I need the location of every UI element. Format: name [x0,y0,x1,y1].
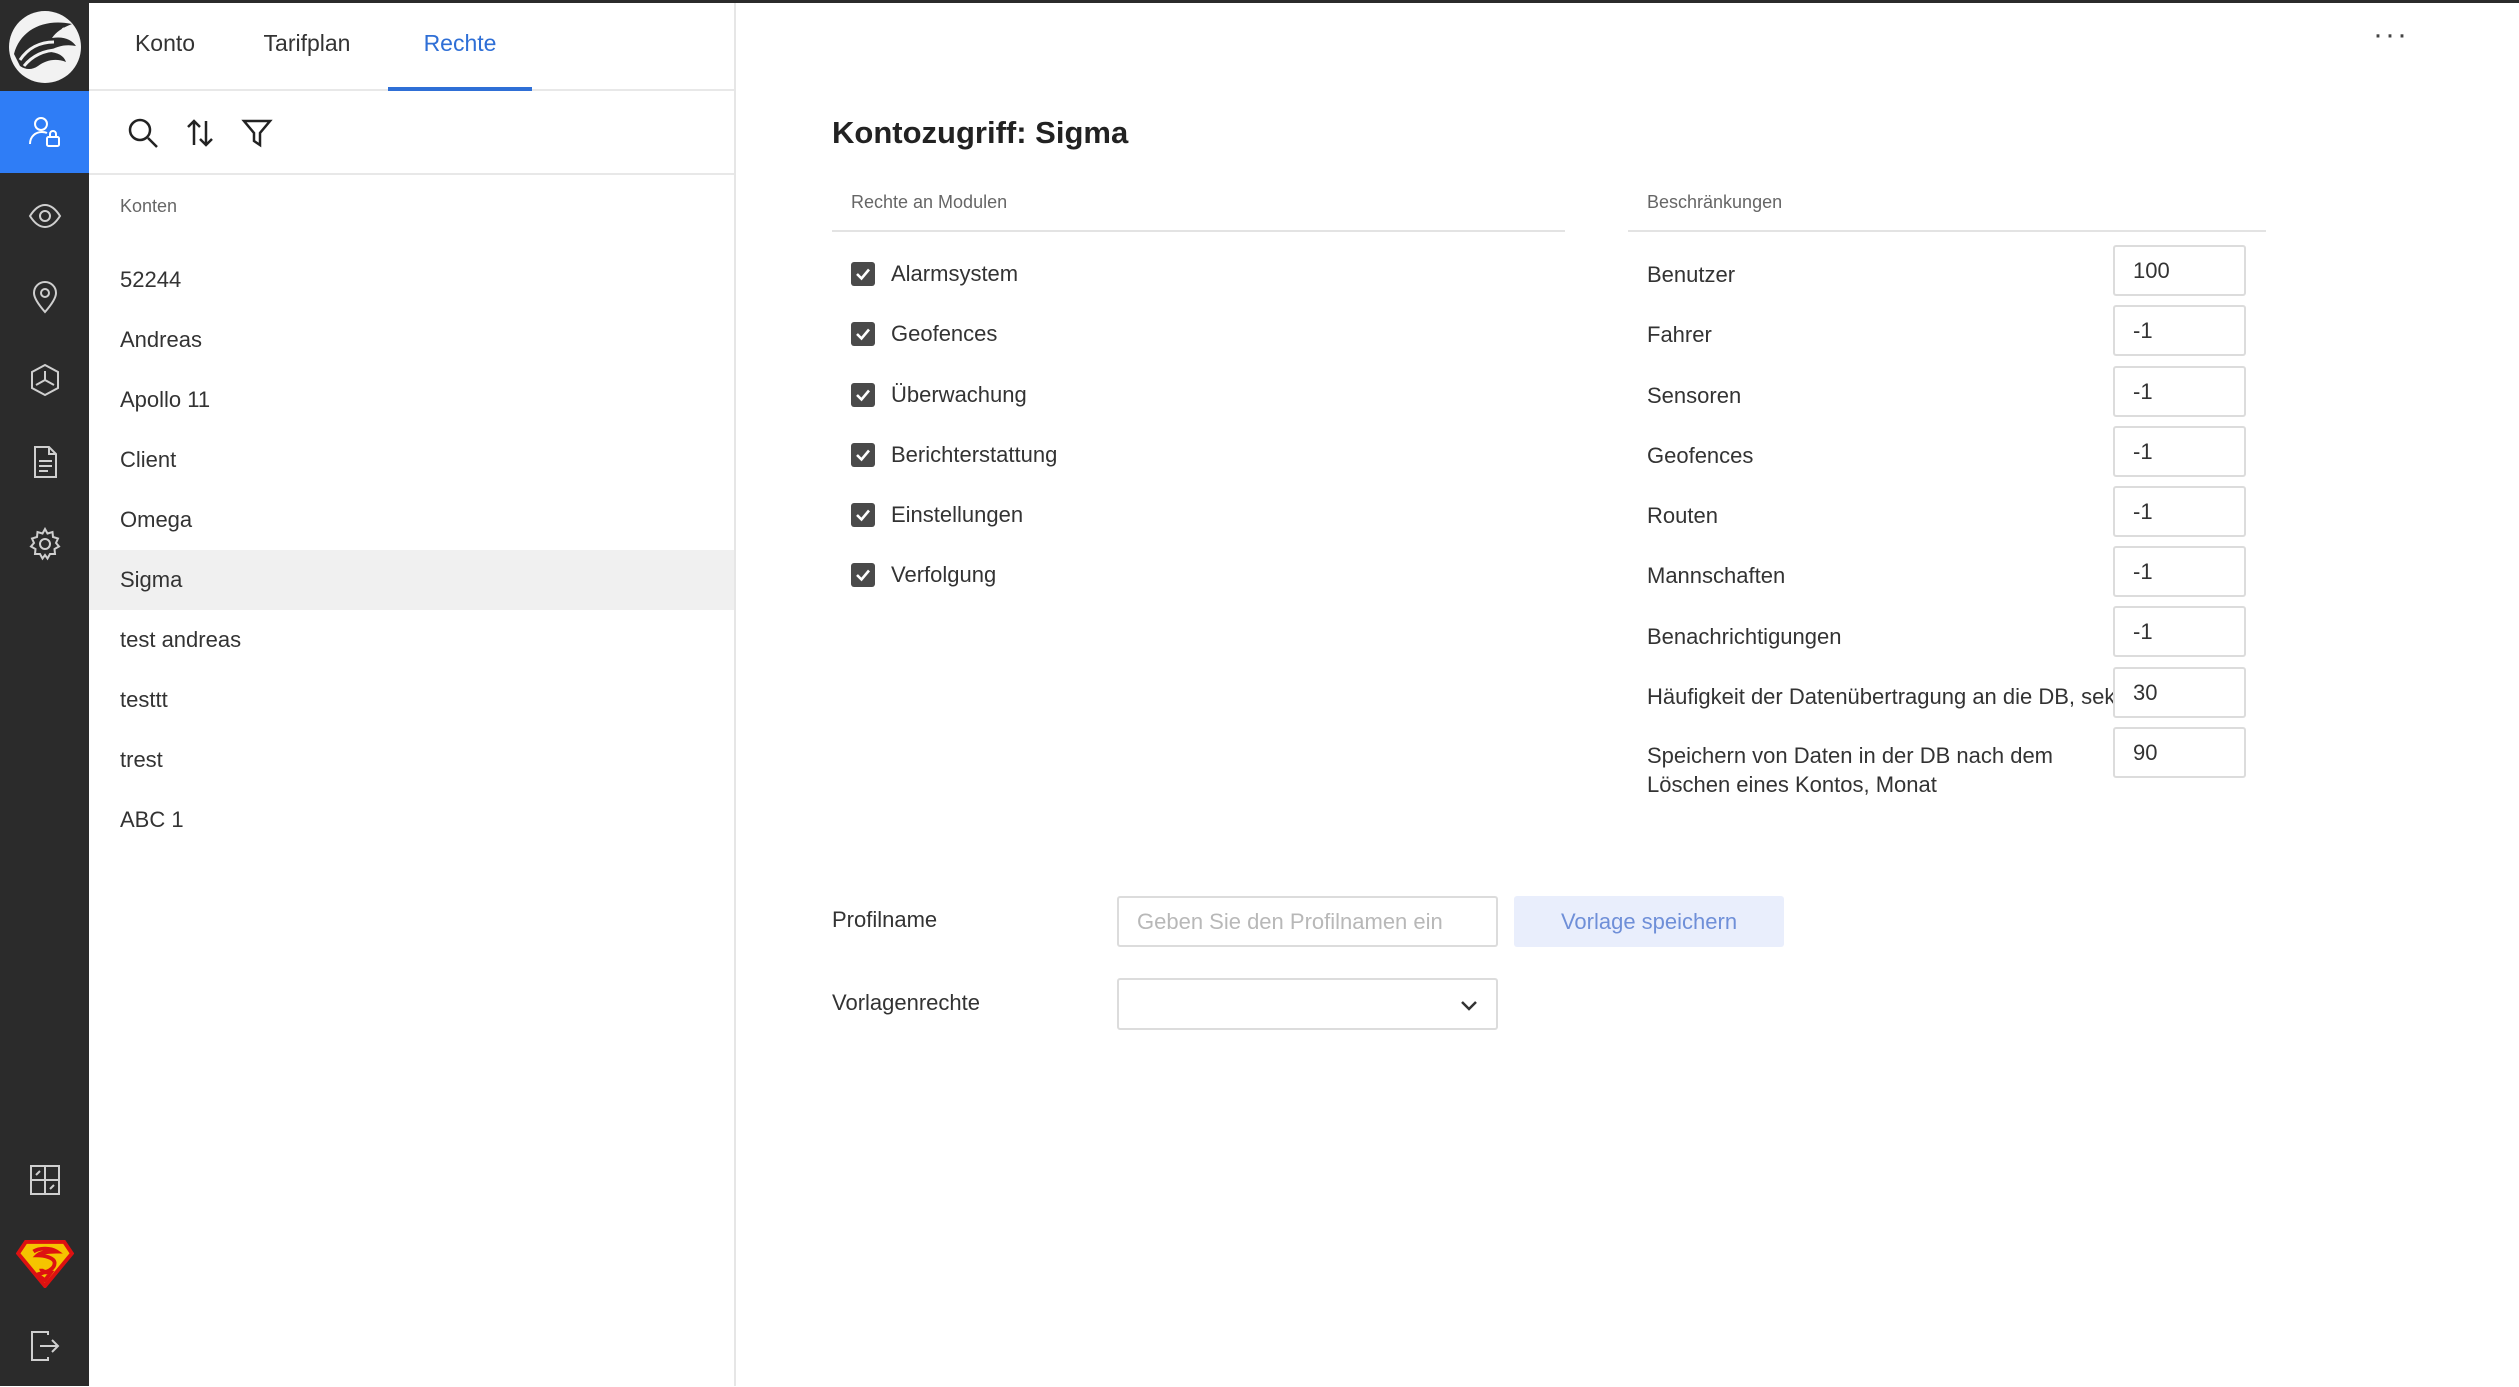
limit-label: Benachrichtigungen [1647,624,1842,649]
account-item[interactable]: 52244 [89,250,734,310]
account-item-selected[interactable]: Sigma [89,550,734,610]
hexagon-icon [30,363,59,397]
module-checkbox[interactable] [851,383,875,407]
module-row[interactable]: Einstellungen [851,495,1023,535]
tab-tarifplan[interactable]: Tarifplan [246,30,368,91]
limit-label: Geofences [1647,443,1754,468]
module-checkbox[interactable] [851,322,875,346]
module-row[interactable]: Überwachung [851,375,1027,415]
module-label: Verfolgung [891,562,997,587]
account-item[interactable]: Omega [89,490,734,550]
rail-geofences[interactable] [0,257,89,339]
check-icon [856,509,870,522]
limit-input-sensoren[interactable] [2113,366,2246,417]
account-item[interactable]: testtt [89,670,734,730]
module-row[interactable]: Alarmsystem [851,254,1018,294]
gear-icon [28,527,61,561]
more-options-button[interactable]: ··· [2373,18,2409,52]
profile-name-label: Profilname [832,907,938,932]
tab-bar: Konto Tarifplan Rechte [89,0,734,91]
check-icon [856,268,870,281]
logout-icon [30,1331,59,1361]
account-item[interactable]: trest [89,730,734,790]
module-label: Einstellungen [891,502,1024,527]
superman-logo-icon [15,1240,74,1288]
search-button[interactable] [123,113,163,153]
module-row[interactable]: Verfolgung [851,555,996,595]
check-icon [856,389,870,402]
eye-icon [28,203,61,229]
module-label: Überwachung [891,382,1027,407]
limit-input-routen[interactable] [2113,486,2246,537]
module-checkbox[interactable] [851,443,875,467]
limit-input-benutzer[interactable] [2113,245,2246,296]
eagle-logo-icon[interactable] [0,3,89,91]
rail-tracking[interactable] [0,339,89,421]
module-row[interactable]: Berichterstattung [851,435,1057,475]
limit-label: Speichern von Daten in der DB nach dem L… [1647,743,2054,797]
check-icon [856,449,870,462]
layout-toggle-icon [29,1165,60,1195]
module-row[interactable]: Geofences [851,314,997,354]
tab-rechte[interactable]: Rechte [388,30,532,91]
check-icon [856,569,870,582]
rail-reports[interactable] [0,421,89,503]
module-checkbox[interactable] [851,503,875,527]
rail-logout[interactable] [0,1305,89,1387]
limit-input-datenuebertragung[interactable] [2113,667,2246,718]
account-item[interactable]: test andreas [89,610,734,670]
map-pin-icon [32,281,57,314]
module-label: Geofences [891,321,998,346]
limit-label: Häufigkeit der Datenübertragung an die D… [1647,684,2116,709]
check-icon [856,328,870,341]
limit-label: Routen [1647,503,1718,528]
module-checkbox[interactable] [851,563,875,587]
top-border [0,0,2519,3]
page-title: Kontozugriff: Sigma [832,115,1129,150]
limit-input-geofences[interactable] [2113,426,2246,477]
account-item[interactable]: Apollo 11 [89,370,734,430]
rail-accounts-rights[interactable] [0,91,89,173]
sort-icon [187,119,213,147]
module-label: Alarmsystem [891,261,1019,286]
profile-name-input[interactable] [1117,896,1498,947]
save-template-button[interactable]: Vorlage speichern [1514,896,1784,947]
rail-collapse[interactable] [0,1139,89,1221]
user-lock-icon [28,117,60,147]
rail-user-avatar[interactable] [0,1223,89,1305]
limit-input-mannschaften[interactable] [2113,546,2246,597]
account-item[interactable]: ABC 1 [89,790,734,850]
tab-konto[interactable]: Konto [121,30,209,91]
template-rights-label: Vorlagenrechte [832,990,980,1015]
template-rights-select[interactable] [1117,978,1498,1030]
modules-section-header: Rechte an Modulen [832,192,1565,232]
accounts-list: 52244 Andreas Apollo 11 Client Omega Sig… [89,250,734,850]
limits-section-header: Beschränkungen [1628,192,2266,232]
limit-label: Mannschaften [1647,563,1786,588]
module-label: Berichterstattung [891,442,1058,467]
limit-input-fahrer[interactable] [2113,305,2246,356]
filter-button[interactable] [237,113,277,153]
account-item[interactable]: Client [89,430,734,490]
limit-input-benachrichtigungen[interactable] [2113,606,2246,657]
rights-editor: ··· Kontozugriff: Sigma Rechte an Module… [737,0,2519,1386]
list-toolbar [89,93,734,175]
accounts-panel: Konto Tarifplan Rechte Konten 52244 Andr… [89,0,736,1386]
nav-rail [0,0,89,1386]
document-icon [33,446,57,478]
filter-icon [241,119,273,148]
limit-label: Benutzer [1647,262,1736,287]
chevron-down-icon [1461,1001,1477,1011]
limit-label: Fahrer [1647,322,1712,347]
limit-label: Sensoren [1647,383,1742,408]
rail-monitoring[interactable] [0,175,89,257]
rail-settings[interactable] [0,503,89,585]
sort-button[interactable] [180,113,220,153]
account-item[interactable]: Andreas [89,310,734,370]
limit-input-datenspeicherung[interactable] [2113,727,2246,778]
module-checkbox[interactable] [851,262,875,286]
accounts-list-header: Konten [120,196,178,216]
search-icon [128,118,158,148]
